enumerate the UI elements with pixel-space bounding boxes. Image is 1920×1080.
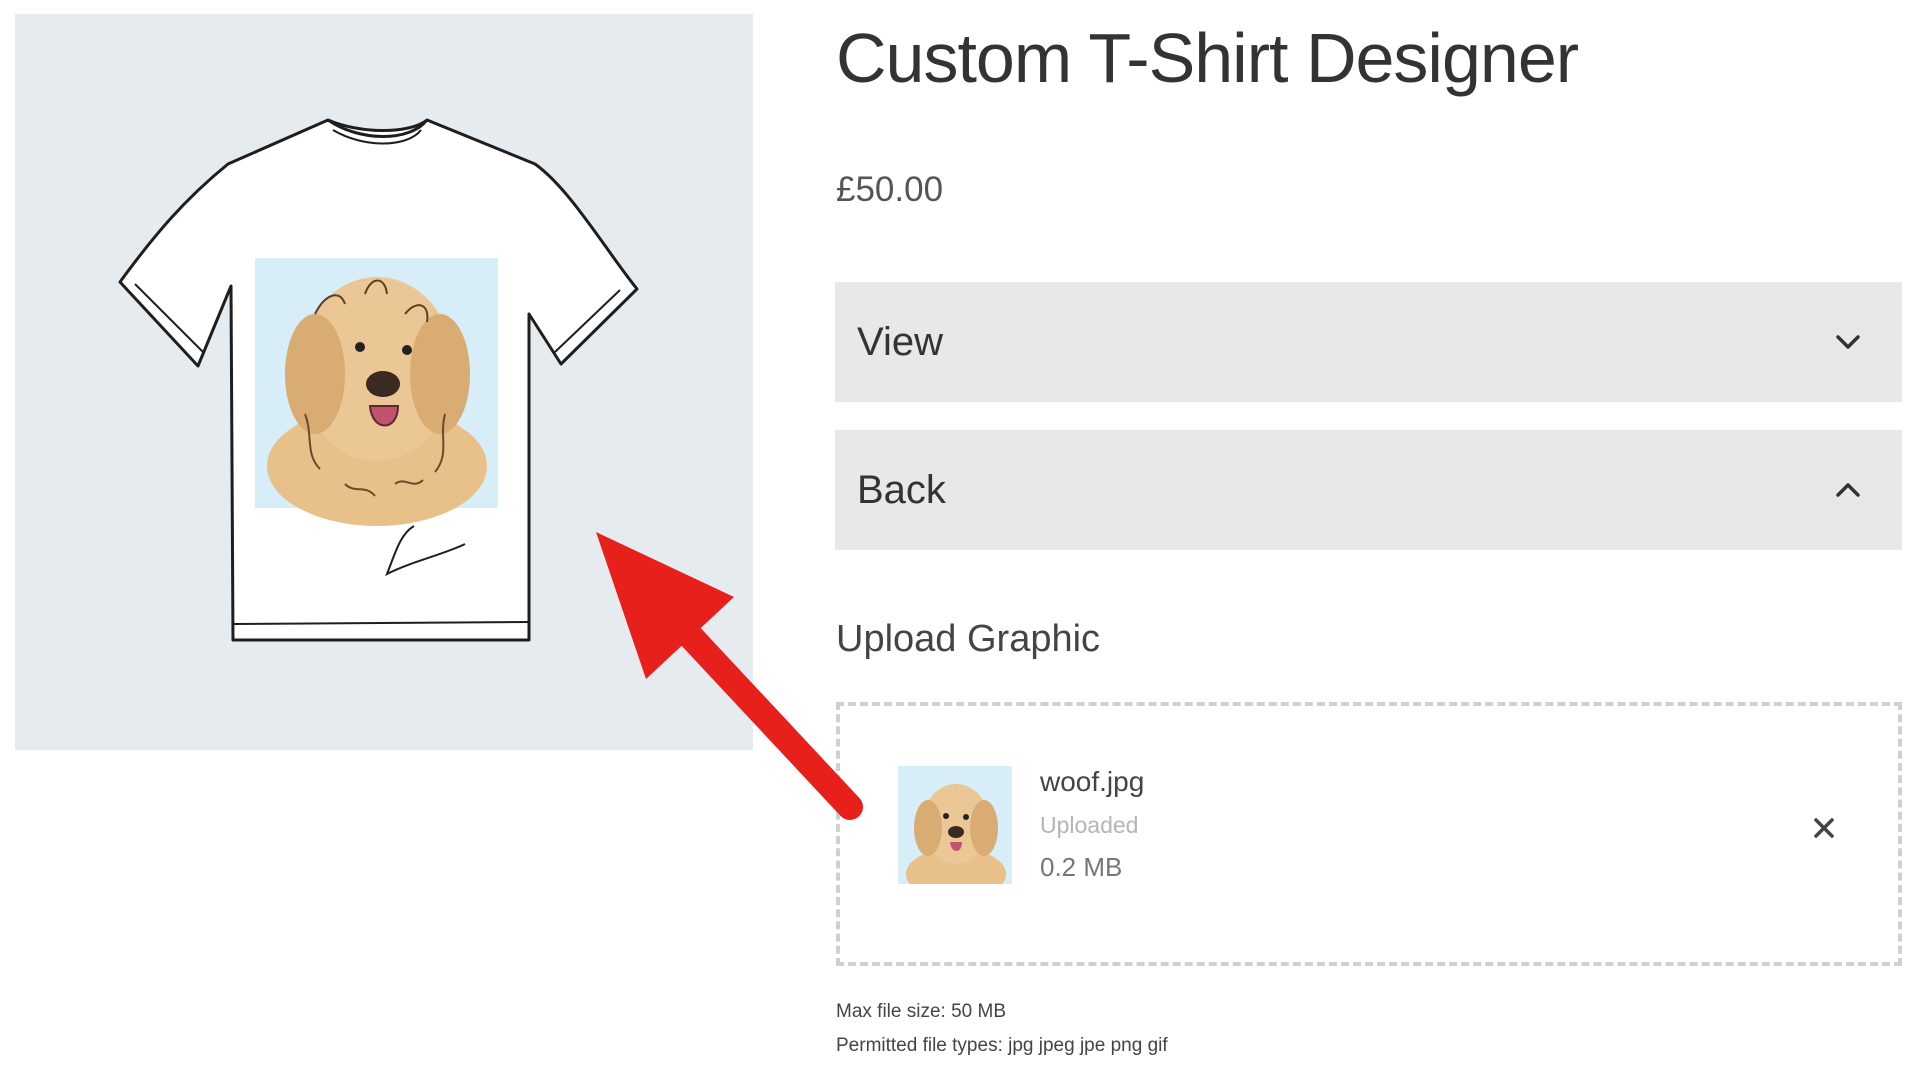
file-size: 0.2 MB (1040, 852, 1123, 882)
dog-thumbnail-image (898, 766, 1012, 884)
chevron-down-icon (1836, 335, 1860, 349)
max-file-size-note: Max file size: 50 MB (836, 1001, 1006, 1022)
accordion-view[interactable]: View (835, 282, 1902, 402)
product-image (15, 14, 753, 750)
page-title: Custom T-Shirt Designer (836, 19, 1579, 97)
upload-graphic-label: Upload Graphic (836, 618, 1101, 660)
tshirt-illustration (118, 118, 639, 642)
permitted-file-types-note: Permitted file types: jpg jpeg jpe png g… (836, 1035, 1168, 1056)
close-icon[interactable] (1804, 808, 1844, 848)
accordion-back-label: Back (857, 468, 946, 512)
accordion-view-label: View (857, 320, 943, 364)
file-thumbnail (898, 766, 1012, 884)
upload-dropzone[interactable]: woof.jpg Uploaded 0.2 MB (836, 702, 1902, 966)
file-name: woof.jpg (1040, 766, 1145, 797)
chevron-up-icon (1836, 483, 1860, 497)
file-status: Uploaded (1040, 812, 1139, 838)
product-price: £50.00 (836, 170, 944, 209)
accordion-back[interactable]: Back (835, 430, 1902, 550)
